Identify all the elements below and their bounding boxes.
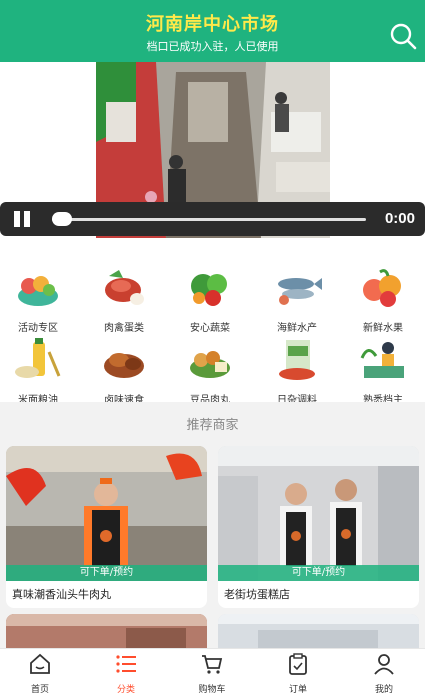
video-player[interactable]: 0:00	[0, 62, 425, 238]
category-seafood[interactable]: 海鲜水产	[262, 266, 332, 334]
seafood-icon	[278, 278, 322, 305]
app-header: 河南岸中心市场 档口已成功入驻，人已使用	[0, 0, 425, 62]
category-meat[interactable]: 肉禽蛋类	[89, 266, 159, 334]
section-title: 推荐商家	[186, 418, 239, 433]
category-list-icon	[116, 655, 136, 673]
pause-icon[interactable]	[14, 211, 34, 227]
order-available-badge: 可下单/预约	[6, 565, 207, 581]
tofu-meatball-icon	[190, 351, 230, 378]
recommended-merchants: 推荐商家 可下单/预约 真味潮香汕头牛肉丸 可下单/预约 老街坊蛋糕店	[0, 402, 425, 648]
merchant-card[interactable]: 可下单/预约 真味潮香汕头牛肉丸	[6, 446, 207, 608]
vendor-icon	[360, 342, 404, 378]
video-controls: 0:00	[0, 202, 425, 236]
cart-icon	[202, 655, 223, 674]
tab-cart[interactable]: 购物车	[182, 653, 242, 694]
tab-orders[interactable]: 订单	[268, 653, 328, 694]
merchant-card[interactable]	[6, 614, 207, 648]
category-seasoning[interactable]: 日杂调料	[262, 338, 332, 406]
category-grid: 活动专区 肉禽蛋类 安心蔬菜 海鲜水产 新鲜水果 米面粮油 卤味速食 豆品肉丸 …	[0, 258, 425, 406]
merchant-photo	[6, 614, 207, 648]
tab-home[interactable]: 首页	[10, 653, 70, 694]
page-subtitle: 档口已成功入驻，人已使用	[146, 40, 279, 53]
braised-food-icon	[104, 353, 144, 378]
seasoning-icon	[279, 340, 315, 380]
profile-icon	[374, 654, 394, 675]
category-label: 海鲜水产	[277, 323, 317, 334]
tab-label: 首页	[30, 685, 49, 694]
category-activity-zone[interactable]: 活动专区	[3, 266, 73, 334]
tab-label: 订单	[288, 685, 307, 694]
grain-oil-icon	[15, 338, 61, 378]
category-vendor[interactable]: 熟悉档主	[348, 338, 418, 406]
merchant-photo	[6, 446, 207, 581]
vegetables-icon	[191, 274, 227, 306]
category-braised[interactable]: 卤味速食	[89, 338, 159, 406]
search-icon[interactable]	[389, 22, 417, 50]
tab-label: 分类	[116, 685, 135, 694]
fruit-icon	[363, 269, 401, 307]
category-fruit[interactable]: 新鲜水果	[348, 266, 418, 334]
category-label: 肉禽蛋类	[104, 323, 144, 334]
category-vegetables[interactable]: 安心蔬菜	[175, 266, 245, 334]
merchant-photo	[218, 446, 419, 581]
order-icon	[289, 653, 307, 675]
category-label: 安心蔬菜	[190, 323, 230, 334]
video-progress-bar[interactable]	[52, 218, 366, 221]
tab-profile[interactable]: 我的	[354, 653, 414, 694]
merchant-card[interactable]	[218, 614, 419, 648]
category-grain-oil[interactable]: 米面粮油	[3, 338, 73, 406]
home-icon	[30, 653, 50, 674]
tab-label: 购物车	[198, 685, 226, 694]
merchant-name: 真味潮香汕头牛肉丸	[12, 588, 111, 601]
meat-poultry-eggs-icon	[105, 270, 144, 305]
tab-category[interactable]: 分类	[96, 653, 156, 694]
video-time: 0:00	[384, 210, 415, 227]
category-tofu-meatball[interactable]: 豆品肉丸	[175, 338, 245, 406]
category-label: 新鲜水果	[363, 323, 403, 334]
order-available-badge: 可下单/预约	[218, 565, 419, 581]
video-scrubber-handle[interactable]	[52, 212, 72, 226]
merchant-name: 老街坊蛋糕店	[224, 588, 290, 601]
merchant-photo	[218, 614, 419, 648]
category-label: 活动专区	[18, 323, 58, 334]
activity-zone-icon	[18, 276, 58, 306]
tab-label: 我的	[374, 685, 393, 694]
bottom-tab-bar: 首页 分类 购物车 订单 我的	[0, 648, 425, 694]
merchant-card[interactable]: 可下单/预约 老街坊蛋糕店	[218, 446, 419, 608]
page-title: 河南岸中心市场	[146, 14, 279, 35]
